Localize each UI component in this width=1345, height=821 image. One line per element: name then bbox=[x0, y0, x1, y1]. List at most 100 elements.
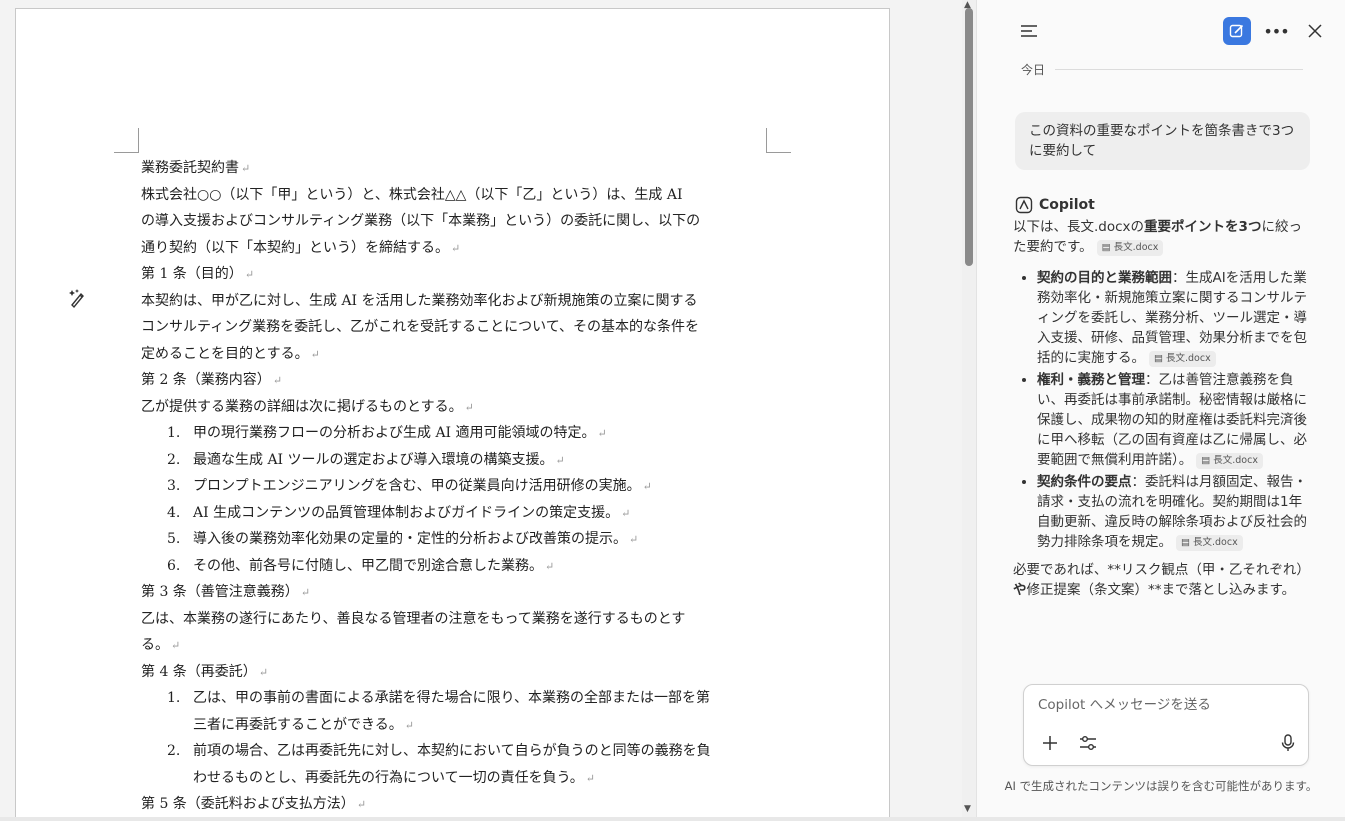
document-list-item: 2. 前項の場合、乙は再委託先に対し、本契約において自らが負うのと同等の義務を負 bbox=[141, 738, 781, 765]
paragraph-mark: ↵ bbox=[244, 268, 255, 281]
status-bar bbox=[0, 817, 1345, 821]
date-divider-label: 今日 bbox=[1021, 63, 1046, 77]
paragraph-mark: ↵ bbox=[621, 506, 631, 520]
microphone-button[interactable] bbox=[1276, 731, 1300, 755]
document-line: 三者に再委託することができる。 ↵ bbox=[141, 712, 781, 739]
document-line: 第 4 条（再委託） ↵ bbox=[141, 659, 781, 686]
line-text: 甲の現行業務フローの分析および生成 AI 適用可能領域の特定。 bbox=[193, 425, 596, 441]
list-number: 1. bbox=[167, 690, 181, 706]
line-text: 乙が提供する業務の詳細は次に掲げるものとする。 bbox=[141, 398, 463, 415]
summary-item: 契約の目的と業務範囲：生成AIを活用した業務効率化・新規施策立案に関するコンサル… bbox=[1037, 268, 1313, 368]
line-text: プロンプトエンジニアリングを含む、甲の従業員向け活用研修の実施。 bbox=[193, 478, 641, 494]
paragraph-mark: ↵ bbox=[310, 347, 320, 361]
citation-chip[interactable]: ▤ 長文.docx bbox=[1196, 453, 1263, 469]
line-text: わせるものとし、再委託先の行為について一切の責任を負う。 bbox=[193, 769, 584, 786]
paragraph-mark: ↵ bbox=[597, 427, 607, 440]
ai-disclaimer: AI で生成されたコンテンツは誤りを含む可能性があります。 bbox=[1004, 779, 1318, 793]
line-text: 前項の場合、乙は再委託先に対し、本契約において自らが負うのと同等の義務を負 bbox=[193, 743, 711, 759]
line-text: る。 bbox=[141, 637, 169, 653]
document-line: る。 ↵ bbox=[141, 632, 781, 659]
document-line: 第 1 条（目的） ↵ bbox=[141, 261, 781, 288]
message-input[interactable] bbox=[1038, 695, 1288, 715]
document-list-item: 1. 乙は、甲の事前の書面による承諾を得た場合に限り、本業務の全部または一部を第 bbox=[141, 685, 781, 712]
line-text: 第 2 条（業務内容） bbox=[141, 372, 271, 388]
paragraph-mark: ↵ bbox=[451, 241, 461, 255]
line-text: 第 1 条（目的） bbox=[141, 266, 243, 282]
document-list-item: 5. 導入後の業務効率化効果の定量的・定性的分析および改善策の提示。 ↵ bbox=[141, 526, 781, 553]
sliders-icon bbox=[1080, 736, 1096, 750]
document-page[interactable]: 業務委託契約書 ↵ 株式会社○○（以下「甲」という）と、株式会社△△（以下「乙」とい… bbox=[15, 8, 890, 821]
line-text: 通り契約（以下「本契約」という）を締結する。 bbox=[141, 239, 449, 256]
document-list-item: 2. 最適な生成 AI ツールの選定および導入環境の構築支援。 ↵ bbox=[141, 447, 781, 474]
document-line: 乙が提供する業務の詳細は次に掲げるものとする。 ↵ bbox=[141, 394, 781, 421]
document-body[interactable]: 業務委託契約書 ↵ 株式会社○○（以下「甲」という）と、株式会社△△（以下「乙」とい… bbox=[141, 155, 781, 818]
line-text: 本契約は、甲が乙に対し、生成 AI を活用した業務効率化および新規施策の立案に関… bbox=[141, 292, 698, 309]
line-text: 業務委託契約書 bbox=[141, 160, 239, 176]
paragraph-mark: ↵ bbox=[545, 559, 555, 573]
summary-item: 権利・義務と管理：乙は善管注意義務を負い、再委託は事前承諾制。秘密情報は厳格に保… bbox=[1037, 370, 1313, 470]
line-text: 第 5 条（委託料および支払方法） bbox=[141, 796, 355, 812]
citation-chip[interactable]: ▤ 長文.docx bbox=[1149, 351, 1216, 367]
response-intro: 以下は、長文.docxの重要ポイントを3つに絞った要約です。 ▤ 長文.docx bbox=[1013, 219, 1302, 256]
summary-list: 契約の目的と業務範囲：生成AIを活用した業務効率化・新規施策立案に関するコンサル… bbox=[1013, 268, 1313, 552]
document-line: 第 5 条（委託料および支払方法） ↵ bbox=[141, 791, 781, 818]
document-icon: ▤ bbox=[1154, 353, 1163, 364]
close-button[interactable] bbox=[1304, 20, 1326, 42]
document-icon: ▤ bbox=[1201, 455, 1211, 466]
add-button[interactable] bbox=[1038, 731, 1062, 755]
copilot-response-header: Copilot bbox=[1015, 196, 1095, 214]
ai-rewrite-icon[interactable] bbox=[66, 287, 88, 309]
document-icon: ▤ bbox=[1181, 537, 1190, 548]
settings-button[interactable] bbox=[1076, 731, 1100, 755]
paragraph-mark: ↵ bbox=[300, 586, 311, 599]
scrollbar-thumb[interactable] bbox=[965, 8, 973, 266]
close-icon bbox=[1308, 24, 1322, 38]
summary-item: 契約条件の要点：委託料は月額固定、報告・請求・支払の流れを明確化。契約期間は1年… bbox=[1037, 472, 1313, 552]
paragraph-mark: ↵ bbox=[404, 718, 414, 732]
list-number: 4. bbox=[167, 504, 181, 521]
document-line: コンサルティング業務を委託し、乙がこれを受託することについて、その基本的な条件を bbox=[141, 314, 781, 341]
paragraph-mark: ↵ bbox=[629, 533, 639, 546]
document-line: 第 2 条（業務内容） ↵ bbox=[141, 367, 781, 394]
document-icon: ▤ bbox=[1101, 242, 1111, 253]
user-message: この資料の重要なポイントを箇条書きで3つに要約して bbox=[1015, 112, 1310, 170]
new-chat-button[interactable] bbox=[1223, 17, 1251, 45]
document-line: 通り契約（以下「本契約」という）を締結する。 ↵ bbox=[141, 235, 781, 262]
scroll-down-arrow-icon[interactable]: ▼ bbox=[964, 804, 971, 814]
paragraph-mark: ↵ bbox=[642, 480, 652, 493]
citation-chip[interactable]: ▤ 長文.docx bbox=[1176, 535, 1243, 551]
paragraph-mark: ↵ bbox=[555, 453, 565, 467]
document-list-item: 1. 甲の現行業務フローの分析および生成 AI 適用可能領域の特定。 ↵ bbox=[141, 420, 781, 447]
paragraph-mark: ↵ bbox=[241, 162, 251, 175]
new-chat-icon bbox=[1229, 24, 1244, 38]
document-line: 株式会社○○（以下「甲」という）と、株式会社△△（以下「乙」という）は、生成 A… bbox=[141, 182, 781, 209]
more-options-button[interactable]: ••• bbox=[1263, 20, 1289, 42]
document-scrollbar[interactable]: ▲ ▼ bbox=[962, 0, 976, 821]
message-composer bbox=[1023, 684, 1309, 766]
microphone-icon bbox=[1281, 734, 1295, 751]
menu-icon bbox=[1021, 25, 1037, 37]
document-line: 第 3 条（善管注意義務） ↵ bbox=[141, 579, 781, 606]
list-number: 2. bbox=[167, 743, 181, 759]
citation-chip[interactable]: ▤ 長文.docx bbox=[1096, 240, 1164, 256]
line-text: 乙は、甲の事前の書面による承諾を得た場合に限り、本業務の全部または一部を第 bbox=[193, 690, 711, 706]
document-line: の導入支援およびコンサルティング業務（以下「本業務」という）の委託に関し、以下の bbox=[141, 208, 781, 235]
paragraph-mark: ↵ bbox=[272, 374, 283, 387]
paragraph-mark: ↵ bbox=[464, 400, 474, 414]
document-line: 定めることを目的とする。 ↵ bbox=[141, 341, 781, 368]
date-divider-line bbox=[1055, 69, 1303, 70]
copilot-pane: ••• 今日 この資料の重要なポイントを箇条書きで3つに要約して Copilot… bbox=[977, 0, 1345, 821]
document-area: 業務委託契約書 ↵ 株式会社○○（以下「甲」という）と、株式会社△△（以下「乙」とい… bbox=[0, 0, 962, 821]
plus-icon bbox=[1043, 736, 1057, 750]
document-line: 本契約は、甲が乙に対し、生成 AI を活用した業務効率化および新規施策の立案に関… bbox=[141, 288, 781, 315]
line-text: 定めることを目的とする。 bbox=[141, 345, 309, 362]
list-number: 3. bbox=[167, 478, 181, 494]
more-icon: ••• bbox=[1263, 21, 1289, 41]
list-number: 6. bbox=[167, 557, 181, 574]
menu-button[interactable] bbox=[1018, 20, 1040, 42]
line-text: 乙は、本業務の遂行にあたり、善良なる管理者の注意をもって業務を遂行するものとす bbox=[141, 610, 686, 627]
document-list-item: 4. AI 生成コンテンツの品質管理体制およびガイドラインの策定支援。 ↵ bbox=[141, 500, 781, 527]
line-text: 株式会社○○（以下「甲」という）と、株式会社△△（以下「乙」という）は、生成 A… bbox=[141, 186, 683, 203]
line-text: その他、前各号に付随し、甲乙間で別途合意した業務。 bbox=[193, 557, 543, 574]
line-text: 最適な生成 AI ツールの選定および導入環境の構築支援。 bbox=[193, 451, 554, 468]
